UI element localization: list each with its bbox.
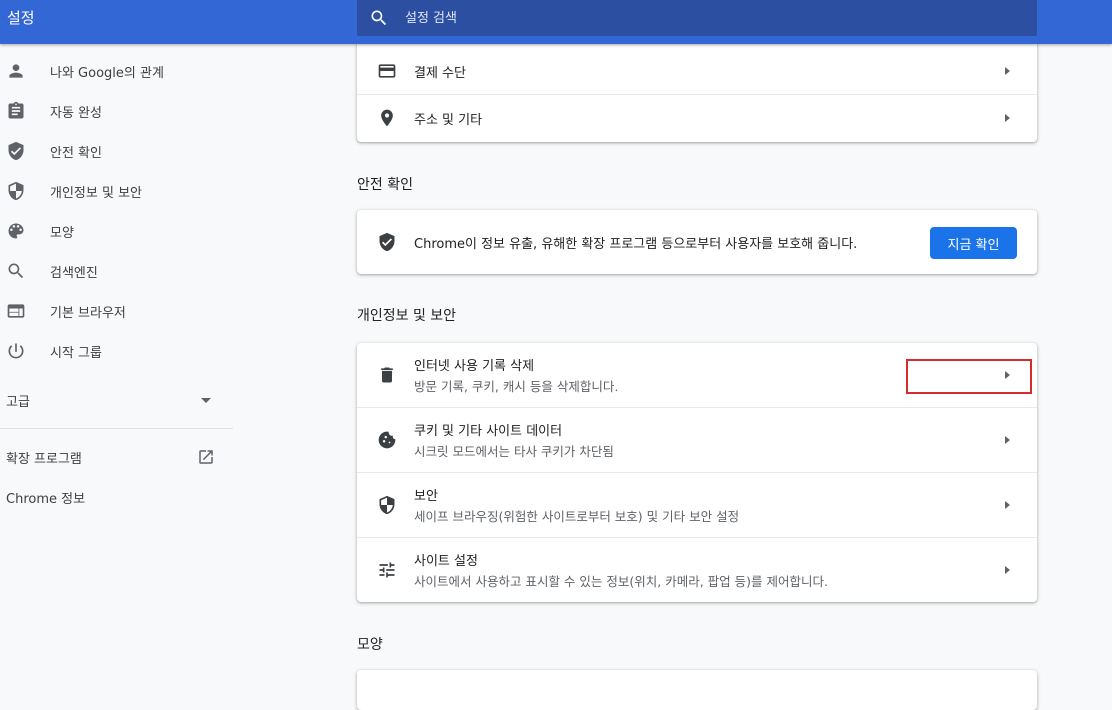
cookie-icon bbox=[378, 431, 396, 449]
appearance-section-title: 모양 bbox=[357, 637, 383, 653]
row-subtitle: 세이프 브라우징(위험한 사이트로부터 보호) 및 기타 보안 설정 bbox=[414, 509, 740, 524]
credit-card-icon bbox=[378, 64, 396, 78]
security-row[interactable]: 보안 세이프 브라우징(위험한 사이트로부터 보호) 및 기타 보안 설정 bbox=[357, 473, 1037, 537]
sidebar-item-label: 기본 브라우저 bbox=[50, 305, 126, 321]
sidebar-item-default-browser[interactable]: 기본 브라우저 bbox=[0, 291, 233, 331]
sidebar-item-search-engine[interactable]: 검색엔진 bbox=[0, 251, 233, 291]
safety-check-card: Chrome이 정보 유출, 유해한 확장 프로그램 등으로부터 사용자를 보호… bbox=[357, 210, 1037, 274]
chevron-right-icon bbox=[1005, 67, 1010, 75]
sidebar-extensions[interactable]: 확장 프로그램 bbox=[6, 448, 82, 467]
open-in-new-icon[interactable] bbox=[197, 448, 215, 466]
search-input[interactable] bbox=[403, 6, 1007, 30]
sidebar: 나와 Google의 관계 자동 완성 안전 확인 개인정보 및 보안 모양 검… bbox=[0, 44, 233, 679]
sliders-icon bbox=[379, 562, 395, 578]
sidebar-item-label: 나와 Google의 관계 bbox=[50, 65, 164, 81]
shield-half-icon bbox=[8, 181, 24, 201]
sidebar-item-on-startup[interactable]: 시작 그룹 bbox=[0, 331, 233, 371]
cookies-row[interactable]: 쿠키 및 기타 사이트 데이터 시크릿 모드에서는 타사 쿠키가 차단됨 bbox=[357, 408, 1037, 472]
shield-check-icon bbox=[8, 141, 24, 161]
location-pin-icon bbox=[381, 109, 393, 127]
safety-description: Chrome이 정보 유출, 유해한 확장 프로그램 등으로부터 사용자를 보호… bbox=[414, 237, 858, 252]
check-now-button[interactable]: 지금 확인 bbox=[930, 227, 1017, 259]
row-title: 인터넷 사용 기록 삭제 bbox=[414, 359, 535, 374]
appearance-card bbox=[357, 670, 1037, 710]
page-title: 설정 bbox=[7, 9, 35, 27]
privacy-section-title: 개인정보 및 보안 bbox=[357, 308, 457, 324]
search-icon bbox=[8, 263, 24, 279]
chevron-right-icon bbox=[1005, 114, 1010, 122]
row-title: 주소 및 기타 bbox=[414, 113, 483, 128]
sidebar-item-label: 자동 완성 bbox=[50, 105, 102, 121]
sidebar-divider bbox=[0, 428, 233, 429]
autofill-card: 결제 수단 주소 및 기타 bbox=[357, 40, 1037, 142]
row-title: 쿠키 및 기타 사이트 데이터 bbox=[414, 424, 563, 439]
row-subtitle: 방문 기록, 쿠키, 캐시 등을 삭제합니다. bbox=[414, 379, 619, 394]
safety-section-title: 안전 확인 bbox=[357, 177, 413, 193]
sidebar-about-chrome[interactable]: Chrome 정보 bbox=[6, 488, 85, 507]
shield-half-icon bbox=[379, 495, 395, 515]
row-subtitle: 사이트에서 사용하고 표시할 수 있는 정보(위치, 카메라, 팝업 등)를 제… bbox=[414, 574, 828, 589]
palette-icon bbox=[8, 223, 24, 239]
top-bar: 설정 bbox=[0, 0, 1112, 44]
clipboard-icon bbox=[8, 101, 24, 119]
chevron-down-icon[interactable] bbox=[201, 398, 211, 403]
power-icon bbox=[8, 343, 24, 359]
payment-methods-row[interactable]: 결제 수단 bbox=[357, 48, 1037, 94]
sidebar-item-safety-check[interactable]: 안전 확인 bbox=[0, 131, 233, 171]
row-title: 사이트 설정 bbox=[414, 554, 478, 569]
sidebar-item-appearance[interactable]: 모양 bbox=[0, 211, 233, 251]
sidebar-item-label: 모양 bbox=[50, 225, 74, 241]
sidebar-item-you-and-google[interactable]: 나와 Google의 관계 bbox=[0, 51, 233, 91]
sidebar-item-label: 검색엔진 bbox=[50, 265, 98, 281]
trash-icon bbox=[381, 367, 393, 383]
browser-icon bbox=[7, 304, 25, 318]
person-icon bbox=[9, 64, 23, 78]
sidebar-item-label: 시작 그룹 bbox=[50, 345, 102, 361]
highlight-box bbox=[906, 359, 1032, 394]
site-settings-row[interactable]: 사이트 설정 사이트에서 사용하고 표시할 수 있는 정보(위치, 카메라, 팝… bbox=[357, 538, 1037, 602]
chevron-right-icon bbox=[1005, 566, 1010, 574]
search-icon bbox=[371, 10, 387, 26]
shield-check-icon bbox=[379, 232, 395, 252]
sidebar-item-label: 안전 확인 bbox=[50, 145, 102, 161]
search-box[interactable] bbox=[357, 0, 1037, 36]
chevron-right-icon bbox=[1005, 501, 1010, 509]
row-title: 결제 수단 bbox=[414, 66, 466, 81]
sidebar-item-label: 개인정보 및 보안 bbox=[50, 185, 142, 201]
row-title: 보안 bbox=[414, 489, 438, 504]
sidebar-advanced[interactable]: 고급 bbox=[6, 391, 30, 410]
sidebar-item-privacy[interactable]: 개인정보 및 보안 bbox=[0, 171, 233, 211]
row-subtitle: 시크릿 모드에서는 타사 쿠키가 차단됨 bbox=[414, 444, 614, 459]
chevron-right-icon bbox=[1005, 436, 1010, 444]
addresses-row[interactable]: 주소 및 기타 bbox=[357, 95, 1037, 142]
sidebar-item-autofill[interactable]: 자동 완성 bbox=[0, 91, 233, 131]
